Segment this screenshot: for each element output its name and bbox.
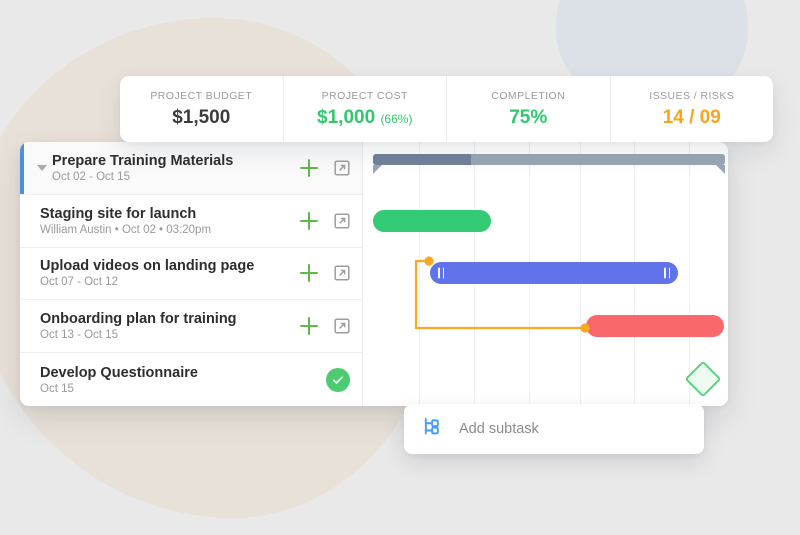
- add-task-plus-icon[interactable]: [300, 317, 318, 336]
- kpi-value: $1,000 (66%): [317, 107, 412, 129]
- kpi-value-sub: (66%): [380, 111, 413, 126]
- gantt-lane: [363, 353, 728, 406]
- gantt-timeline[interactable]: [363, 142, 728, 406]
- task-title: Staging site for launch: [40, 205, 197, 222]
- task-actions: [294, 211, 350, 230]
- task-title: Develop Questionnaire: [40, 364, 198, 381]
- gantt-bar-resize-handle-right[interactable]: [664, 267, 670, 279]
- task-row[interactable]: Upload videos on landing page Oct 07 - O…: [20, 248, 362, 301]
- task-actions: [294, 317, 350, 336]
- subtask-hierarchy-icon: [422, 416, 443, 442]
- gantt-summary-bar[interactable]: [373, 154, 725, 174]
- task-text: Prepare Training Materials Oct 02 - Oct …: [52, 153, 294, 183]
- task-meta: Oct 07 - Oct 12: [40, 276, 118, 289]
- task-actions: [320, 367, 350, 392]
- add-task-plus-icon[interactable]: [300, 158, 318, 177]
- kpi-project-budget: PROJECT BUDGET $1,500: [120, 76, 284, 142]
- gantt-panel: Prepare Training Materials Oct 02 - Oct …: [20, 142, 728, 406]
- open-detail-external-link-icon[interactable]: [334, 318, 350, 334]
- task-title: Onboarding plan for training: [40, 311, 237, 328]
- open-detail-external-link-icon[interactable]: [334, 160, 350, 176]
- task-row[interactable]: Onboarding plan for training Oct 13 - Oc…: [20, 300, 362, 354]
- gantt-lane: [363, 248, 728, 301]
- task-list: Prepare Training Materials Oct 02 - Oct …: [20, 142, 363, 406]
- task-title: Upload videos on landing page: [40, 258, 255, 275]
- task-title: Prepare Training Materials: [52, 152, 234, 169]
- kpi-label: PROJECT BUDGET: [150, 89, 253, 102]
- open-detail-external-link-icon[interactable]: [334, 265, 350, 282]
- add-subtask-popup[interactable]: Add subtask: [404, 404, 704, 454]
- gantt-lane: [363, 142, 728, 195]
- gantt-summary-tail-right: [716, 165, 725, 174]
- kpi-label: COMPLETION: [491, 89, 566, 102]
- task-text: Onboarding plan for training Oct 13 - Oc…: [40, 311, 294, 341]
- project-summary-card: PROJECT BUDGET $1,500 PROJECT COST $1,00…: [120, 76, 773, 142]
- task-row[interactable]: Staging site for launch William Austin •…: [20, 195, 362, 248]
- task-meta: Oct 15: [40, 382, 74, 395]
- kpi-label: ISSUES / RISKS: [649, 89, 735, 102]
- task-text: Upload videos on landing page Oct 07 - O…: [40, 258, 294, 288]
- task-row[interactable]: Prepare Training Materials Oct 02 - Oct …: [20, 142, 362, 195]
- task-meta: William Austin • Oct 02 • 03:20pm: [40, 223, 212, 236]
- kpi-value-text: 75%: [509, 106, 548, 128]
- task-actions: [294, 264, 350, 283]
- task-meta: Oct 02 - Oct 15: [52, 170, 130, 183]
- kpi-completion: COMPLETION 75%: [447, 76, 611, 142]
- add-subtask-label: Add subtask: [459, 421, 539, 437]
- kpi-value: 75%: [509, 107, 547, 129]
- kpi-value-text: $1,500: [172, 106, 231, 128]
- gantt-bar-upload-videos[interactable]: [430, 261, 678, 284]
- kpi-issues-risks: ISSUES / RISKS 14 / 09: [611, 76, 774, 142]
- task-row[interactable]: Develop Questionnaire Oct 15: [20, 353, 362, 406]
- kpi-value-text: 14 / 09: [662, 106, 721, 128]
- task-complete-check-icon[interactable]: [326, 367, 350, 392]
- gantt-lane: [363, 300, 728, 353]
- gantt-lane: [363, 195, 728, 248]
- task-text: Develop Questionnaire Oct 15: [40, 365, 320, 395]
- gantt-bar-resize-handle-left[interactable]: [438, 267, 444, 279]
- gantt-milestone-develop-questionnaire[interactable]: [684, 360, 722, 398]
- task-actions: [294, 158, 350, 177]
- task-meta: Oct 13 - Oct 15: [40, 329, 118, 342]
- add-task-plus-icon[interactable]: [300, 264, 318, 283]
- kpi-value: 14 / 09: [663, 107, 721, 129]
- kpi-value: $1,500: [172, 107, 230, 129]
- collapse-chevron-down-icon[interactable]: [34, 164, 50, 171]
- gantt-bar-staging-site[interactable]: [373, 209, 491, 232]
- kpi-project-cost: PROJECT COST $1,000 (66%): [284, 76, 447, 142]
- task-text: Staging site for launch William Austin •…: [40, 206, 294, 236]
- gantt-summary-progress-fill: [373, 154, 471, 165]
- open-detail-external-link-icon[interactable]: [334, 213, 350, 229]
- gantt-bar-onboarding-plan[interactable]: [586, 315, 724, 338]
- add-task-plus-icon[interactable]: [300, 211, 318, 230]
- kpi-value-text: $1,000: [317, 106, 376, 128]
- gantt-summary-tail-left: [373, 165, 382, 174]
- kpi-label: PROJECT COST: [321, 89, 408, 102]
